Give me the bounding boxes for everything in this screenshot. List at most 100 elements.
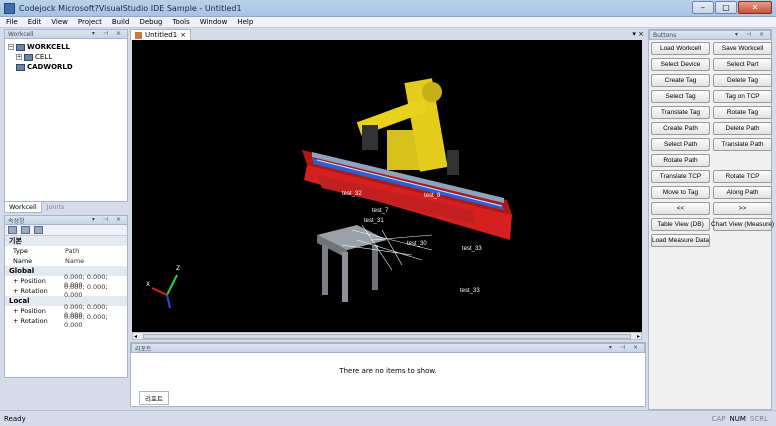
alphabetical-icon[interactable] — [21, 226, 30, 234]
status-text: Ready — [4, 414, 26, 423]
report-panel: 리포트 ▾ ⊣ × There are no items to show. 리포… — [130, 342, 646, 407]
panel-controls[interactable]: ▾ ⊣ × — [609, 344, 641, 351]
left-dock: Workcell ▾ ⊣ × − WORKCELL + CELL CADWORL… — [4, 29, 128, 410]
workcell-panel-header: Workcell ▾ ⊣ × — [4, 29, 128, 39]
tag-on-tcp-button[interactable]: Tag on TCP — [713, 90, 772, 103]
horizontal-scrollbar[interactable]: ◂ ▸ — [132, 332, 642, 340]
document-controls[interactable]: ▾ × — [632, 30, 644, 38]
scroll-right-icon[interactable]: ▸ — [637, 333, 640, 340]
load-workcell-button[interactable]: Load Workcell — [651, 42, 710, 55]
create-path-button[interactable]: Create Path — [651, 122, 710, 135]
along-path-button[interactable]: Along Path — [713, 186, 772, 199]
document-icon — [135, 31, 142, 39]
svg-text:X: X — [146, 281, 150, 288]
maximize-button[interactable]: ▢ — [715, 1, 737, 14]
tab-untitled1[interactable]: Untitled1 × — [130, 29, 192, 40]
expand-icon[interactable]: + — [16, 54, 22, 60]
panel-controls[interactable]: ▾ ⊣ × — [92, 216, 124, 223]
create-tag-button[interactable]: Create Tag — [651, 74, 710, 87]
property-row[interactable]: Type Path — [5, 246, 127, 256]
robot-arm — [356, 78, 459, 175]
translate-path-button[interactable]: Translate Path — [713, 138, 772, 151]
load-measure-data-button[interactable]: Load Measure Data — [651, 234, 710, 247]
panel-controls[interactable]: ▾ ⊣ × — [92, 30, 124, 37]
menu-project[interactable]: Project — [78, 18, 102, 26]
select-device-button[interactable]: Select Device — [651, 58, 710, 71]
select-path-button[interactable]: Select Path — [651, 138, 710, 151]
buttons-panel-title: Buttons — [653, 31, 677, 39]
svg-text:Z: Z — [176, 265, 180, 272]
previous-button[interactable]: << — [651, 202, 710, 215]
tab-report[interactable]: 리포트 — [139, 391, 169, 405]
status-bar: Ready CAP NUM SCRL — [0, 410, 776, 426]
report-panel-header: 리포트 ▾ ⊣ × — [131, 343, 645, 353]
rotate-path-button[interactable]: Rotate Path — [651, 154, 710, 167]
property-pages-icon[interactable] — [34, 226, 43, 234]
category-basic[interactable]: 기본 — [5, 236, 127, 246]
tree-item-cell[interactable]: + CELL — [8, 52, 124, 62]
property-row[interactable]: Name Name — [5, 256, 127, 266]
tree-item-cadworld[interactable]: CADWORLD — [8, 62, 124, 72]
translate-tcp-button[interactable]: Translate TCP — [651, 170, 710, 183]
collapse-icon[interactable]: − — [8, 44, 14, 50]
table-view-button[interactable]: Table View (DB) — [651, 218, 710, 231]
tab-label: Untitled1 — [145, 31, 178, 39]
move-to-tag-button[interactable]: Move to Tag — [651, 186, 710, 199]
document-tabs: Untitled1 × ▾ × — [130, 29, 646, 40]
tag-label: test_33 — [462, 246, 482, 252]
categorized-icon[interactable] — [8, 226, 17, 234]
properties-grid: 기본 Type Path Name Name Global + Position 0.… — [4, 225, 128, 378]
menu-file[interactable]: File — [6, 18, 18, 26]
workcell-tree: − WORKCELL + CELL CADWORLD — [4, 39, 128, 202]
menu-tools[interactable]: Tools — [172, 18, 189, 26]
workcell-tabs: Workcell Joints — [4, 202, 128, 213]
menu-window[interactable]: Window — [200, 18, 228, 26]
minimize-button[interactable]: – — [692, 1, 714, 14]
table-fixture — [317, 225, 387, 302]
num-indicator: NUM — [729, 414, 746, 423]
save-workcell-button[interactable]: Save Workcell — [713, 42, 772, 55]
next-button[interactable]: >> — [713, 202, 772, 215]
tree-item-workcell[interactable]: − WORKCELL — [8, 42, 124, 52]
tree-item-label: WORKCELL — [27, 43, 71, 51]
delete-tag-button[interactable]: Delete Tag — [713, 74, 772, 87]
properties-toolbar — [5, 225, 127, 236]
tag-label: test_33 — [460, 288, 480, 294]
menu-bar: File Edit View Project Build Debug Tools… — [0, 17, 776, 28]
app-icon — [4, 2, 15, 14]
3d-viewport[interactable]: test_32 test_7 test_31 test_30 test_33 t… — [132, 40, 642, 332]
cadworld-icon — [16, 63, 25, 71]
rotate-tag-button[interactable]: Rotate Tag — [713, 106, 772, 119]
tab-workcell[interactable]: Workcell — [4, 202, 42, 213]
workcell-panel-title: Workcell — [8, 30, 34, 38]
scene-svg: test_32 test_7 test_31 test_30 test_33 t… — [146, 78, 512, 309]
document-area: Untitled1 × ▾ × test_32 test_7 test_31 t… — [130, 29, 646, 407]
delete-path-button[interactable]: Delete Path — [713, 122, 772, 135]
property-row[interactable]: + Rotation 0.000; 0.000; 0.000 — [5, 283, 127, 299]
rotate-tcp-button[interactable]: Rotate TCP — [713, 170, 772, 183]
panel-controls[interactable]: ▾ ⊣ × — [735, 31, 767, 38]
property-row[interactable]: + Rotation 0.000; 0.000; 0.000 — [5, 313, 127, 329]
menu-view[interactable]: View — [51, 18, 68, 26]
menu-edit[interactable]: Edit — [28, 18, 42, 26]
menu-debug[interactable]: Debug — [139, 18, 162, 26]
select-part-button[interactable]: Select Part — [713, 58, 772, 71]
tag-label: test_7 — [372, 208, 389, 214]
select-tag-button[interactable]: Select Tag — [651, 90, 710, 103]
menu-build[interactable]: Build — [112, 18, 130, 26]
translate-tag-button[interactable]: Translate Tag — [651, 106, 710, 119]
close-button[interactable]: ✕ — [738, 1, 772, 14]
scroll-thumb[interactable] — [143, 334, 631, 339]
tab-joints[interactable]: Joints — [41, 202, 70, 213]
menu-help[interactable]: Help — [237, 18, 253, 26]
tab-close-icon[interactable]: × — [180, 31, 186, 39]
report-panel-title: 리포트 — [135, 345, 152, 353]
chart-view-button[interactable]: Chart View (Measure) — [711, 218, 774, 231]
status-indicators: CAP NUM SCRL — [712, 415, 768, 423]
window-title: Codejock Microsoft?VisualStudio IDE Samp… — [19, 3, 242, 13]
properties-panel-header: 속성창 ▾ ⊣ × — [4, 215, 128, 225]
empty-message: There are no items to show. — [339, 367, 437, 375]
scroll-left-icon[interactable]: ◂ — [134, 333, 137, 340]
buttons-panel: Buttons ▾ ⊣ × Load Workcell Save Workcel… — [648, 29, 774, 410]
